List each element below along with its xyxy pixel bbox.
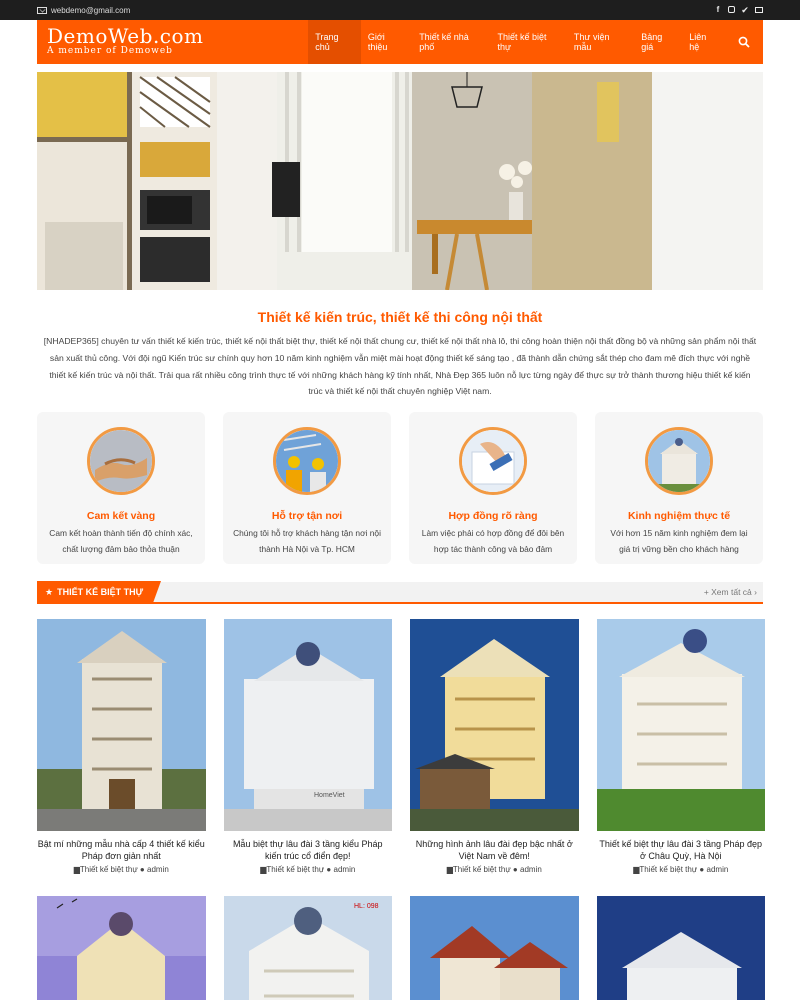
facebook-icon[interactable]: f — [714, 6, 722, 14]
hero-banner — [37, 72, 763, 290]
post-thumbnail[interactable] — [596, 896, 765, 1000]
post-author[interactable]: admin — [334, 865, 356, 874]
post-card[interactable] — [596, 896, 765, 1000]
email-text[interactable]: webdemo@gmail.com — [51, 6, 130, 15]
feature-title: Kinh nghiệm thực tế — [627, 510, 731, 522]
star-icon: ★ — [45, 586, 54, 597]
user-icon: ● — [699, 865, 705, 874]
email-social-icon[interactable] — [755, 7, 763, 13]
nav-townhouse-design[interactable]: Thiết kế nhà phố — [412, 20, 490, 64]
feature-title: Cam kết vàng — [86, 510, 156, 522]
post-category[interactable]: Thiết kế biệt thự — [80, 865, 138, 874]
feature-desc: Với hơn 15 năm kinh nghiệm đem lại giá t… — [610, 528, 748, 554]
site-logo[interactable]: DemoWeb.com A member of Demoweb — [37, 20, 308, 64]
see-all-link[interactable]: + Xem tất cả › — [704, 587, 763, 597]
post-card[interactable]: Thiết kế biệt thự lâu đài 3 tầng Pháp đẹ… — [596, 619, 766, 874]
nav-gallery[interactable]: Thư viện mẫu — [567, 20, 634, 64]
post-card[interactable]: Bật mí những mẫu nhà cấp 4 thiết kế kiểu… — [37, 619, 206, 874]
feature-card-commitment: Cam kết vàng Cam kết hoàn thành tiến độ … — [37, 412, 205, 564]
feature-card-contract: Hợp đồng rõ ràng Làm việc phải có hợp đồ… — [409, 412, 577, 564]
villa-image — [645, 427, 713, 495]
post-row: Bật mí những mẫu nhà cấp 4 thiết kế kiểu… — [37, 619, 766, 874]
mail-icon — [37, 6, 47, 14]
contract-signing-image — [459, 427, 527, 495]
post-thumbnail[interactable] — [37, 896, 206, 1000]
post-title[interactable]: Những hình ảnh lâu đài đẹp bậc nhất ở Vi… — [410, 839, 579, 862]
post-meta: ▆Thiết kế biệt thự ● admin — [37, 865, 206, 874]
chevron-right-icon: › — [754, 587, 757, 597]
user-icon: ● — [139, 865, 145, 874]
feature-desc: Làm việc phải có hợp đồng để đôi bên hợp… — [421, 528, 565, 554]
post-card[interactable]: HomeViet Mẫu biệt thự lâu đài 3 tầng kiể… — [223, 619, 393, 874]
post-title[interactable]: Thiết kế biệt thự lâu đài 3 tầng Pháp đẹ… — [597, 839, 766, 862]
post-thumbnail[interactable] — [410, 619, 579, 831]
features-row: Cam kết vàng Cam kết hoàn thành tiến độ … — [37, 412, 763, 564]
construction-workers-image — [273, 427, 341, 495]
post-category[interactable]: Thiết kế biệt thự — [453, 865, 511, 874]
post-category[interactable]: Thiết kế biệt thự — [639, 865, 697, 874]
post-card[interactable]: Những hình ảnh lâu đài đẹp bậc nhất ở Vi… — [410, 619, 579, 874]
handshake-image — [87, 427, 155, 495]
post-category[interactable]: Thiết kế biệt thự — [266, 865, 324, 874]
post-title[interactable]: Bật mí những mẫu nhà cấp 4 thiết kế kiểu… — [37, 839, 206, 862]
nav-about[interactable]: Giới thiệu — [361, 20, 412, 64]
post-thumbnail[interactable]: HomeViet — [223, 619, 392, 831]
post-author[interactable]: admin — [147, 865, 169, 874]
thumb-watermark: HomeViet — [314, 792, 345, 799]
post-thumbnail[interactable]: HL: 098 — [223, 896, 392, 1000]
user-icon: ● — [326, 865, 332, 874]
top-bar: webdemo@gmail.com f ✔ — [0, 0, 800, 20]
post-grid: Bật mí những mẫu nhà cấp 4 thiết kế kiểu… — [37, 619, 766, 1000]
post-author[interactable]: admin — [707, 865, 729, 874]
post-meta: ▆Thiết kế biệt thự ● admin — [224, 865, 393, 874]
user-icon: ● — [512, 865, 518, 874]
post-thumbnail[interactable] — [596, 619, 765, 831]
see-all-text[interactable]: + Xem tất cả — [704, 587, 752, 597]
post-meta: ▆Thiết kế biệt thự ● admin — [597, 865, 766, 874]
feature-desc: Cam kết hoàn thành tiến độ chính xác, ch… — [49, 528, 193, 554]
post-author[interactable]: admin — [520, 865, 542, 874]
post-card[interactable]: HL: 098 — [223, 896, 392, 1000]
feature-desc: Chúng tôi hỗ trợ khách hàng tận nơi nội … — [233, 528, 381, 554]
post-card[interactable] — [37, 896, 206, 1000]
feature-title: Hợp đồng rõ ràng — [448, 510, 538, 522]
social-links: f ✔ — [714, 6, 763, 15]
thumb-watermark: HL: 098 — [354, 903, 379, 910]
section-header: ★ THIẾT KẾ BIỆT THỰ + Xem tất cả › — [37, 581, 763, 604]
nav-villa-design[interactable]: Thiết kế biệt thự — [491, 20, 567, 64]
site-header: DemoWeb.com A member of Demoweb Trang ch… — [37, 20, 763, 64]
twitter-icon[interactable]: ✔ — [741, 6, 749, 15]
post-card[interactable] — [410, 896, 579, 1000]
instagram-icon[interactable] — [728, 6, 735, 13]
intro-title: Thiết kế kiến trúc, thiết kế thi công nộ… — [257, 309, 543, 325]
post-meta: ▆Thiết kế biệt thự ● admin — [410, 865, 579, 874]
nav-home[interactable]: Trang chủ — [308, 20, 361, 64]
main-nav: Trang chủ Giới thiệu Thiết kế nhà phố Th… — [308, 20, 763, 64]
post-row: HL: 098 — [37, 896, 765, 1000]
post-thumbnail[interactable] — [410, 896, 579, 1000]
post-thumbnail[interactable] — [37, 619, 206, 831]
logo-name[interactable]: DemoWeb.com — [47, 26, 308, 46]
nav-pricing[interactable]: Bảng giá — [634, 20, 682, 64]
section-title[interactable]: ★ THIẾT KẾ BIỆT THỰ — [37, 581, 162, 603]
feature-card-experience: Kinh nghiệm thực tế Với hơn 15 năm kinh … — [595, 412, 763, 564]
post-title[interactable]: Mẫu biệt thự lâu đài 3 tầng kiểu Pháp ki… — [224, 839, 393, 862]
feature-card-support: Hỗ trợ tận nơi Chúng tôi hỗ trợ khách hà… — [223, 412, 391, 564]
search-icon[interactable] — [725, 20, 763, 64]
interior-photo — [37, 72, 763, 290]
intro-text: [NHADEP365] chuyên tư vấn thiết kế kiến … — [43, 336, 757, 397]
contact-email[interactable]: webdemo@gmail.com — [37, 6, 130, 15]
nav-contact[interactable]: Liên hệ — [682, 20, 724, 64]
feature-title: Hỗ trợ tận nơi — [271, 510, 343, 522]
section-title-text[interactable]: THIẾT KẾ BIỆT THỰ — [57, 587, 143, 597]
